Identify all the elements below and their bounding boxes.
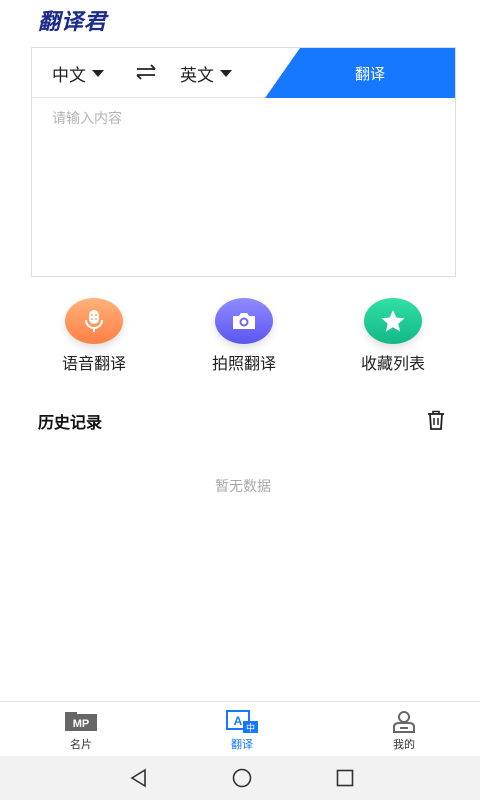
feature-actions: 语音翻译 拍照翻译 收藏列表 (0, 298, 480, 378)
camera-icon (233, 313, 255, 329)
star-icon (381, 310, 405, 332)
tab-card-label: 名片 (70, 738, 92, 751)
caret-down-icon (220, 70, 232, 77)
bottom-tab-bar: MP 名片 A 中 翻译 我的 (0, 701, 480, 756)
translate-button[interactable]: 翻译 (265, 48, 455, 98)
voice-translate-button[interactable]: 语音翻译 (39, 298, 149, 374)
tab-translate[interactable]: A 中 翻译 (192, 702, 292, 757)
translate-button-label: 翻译 (354, 64, 385, 83)
system-nav-bar (0, 756, 480, 800)
favorites-circle (364, 298, 422, 344)
back-triangle-icon[interactable] (127, 766, 151, 790)
target-language-select[interactable]: 英文 (180, 61, 232, 86)
text-input[interactable] (52, 108, 432, 258)
microphone-icon (85, 310, 103, 332)
favorites-list-label: 收藏列表 (360, 354, 425, 373)
language-bar: 中文 英文 翻译 (32, 48, 455, 98)
tab-profile-label: 我的 (393, 738, 415, 751)
app-logo: 翻译君 (38, 10, 108, 35)
voice-translate-label: 语音翻译 (61, 354, 126, 373)
swap-languages-icon[interactable] (135, 64, 157, 80)
photo-circle (215, 298, 273, 344)
empty-state-text: 暂无数据 (215, 479, 271, 495)
favorites-list-button[interactable]: 收藏列表 (338, 298, 448, 374)
card-mp-icon: MP (65, 709, 97, 735)
profile-icon (388, 709, 420, 735)
history-title: 历史记录 (38, 413, 103, 432)
photo-translate-button[interactable]: 拍照翻译 (189, 298, 299, 374)
source-language-select[interactable]: 中文 (52, 61, 104, 86)
caret-down-icon (92, 70, 104, 77)
target-language-label: 英文 (180, 66, 214, 86)
svg-text:A: A (234, 714, 243, 728)
voice-circle (65, 298, 123, 344)
recent-apps-square-icon[interactable] (333, 766, 357, 790)
translate-icon: A 中 (226, 709, 258, 735)
photo-translate-label: 拍照翻译 (211, 354, 276, 373)
svg-text:中: 中 (246, 722, 255, 734)
tab-profile[interactable]: 我的 (354, 702, 454, 757)
tab-card[interactable]: MP 名片 (31, 702, 131, 757)
tab-translate-label: 翻译 (231, 738, 253, 751)
source-language-label: 中文 (52, 66, 86, 86)
home-circle-icon[interactable] (230, 766, 254, 790)
translate-card: 中文 英文 翻译 (31, 47, 456, 277)
trash-icon[interactable] (427, 410, 445, 430)
svg-text:MP: MP (73, 718, 90, 730)
